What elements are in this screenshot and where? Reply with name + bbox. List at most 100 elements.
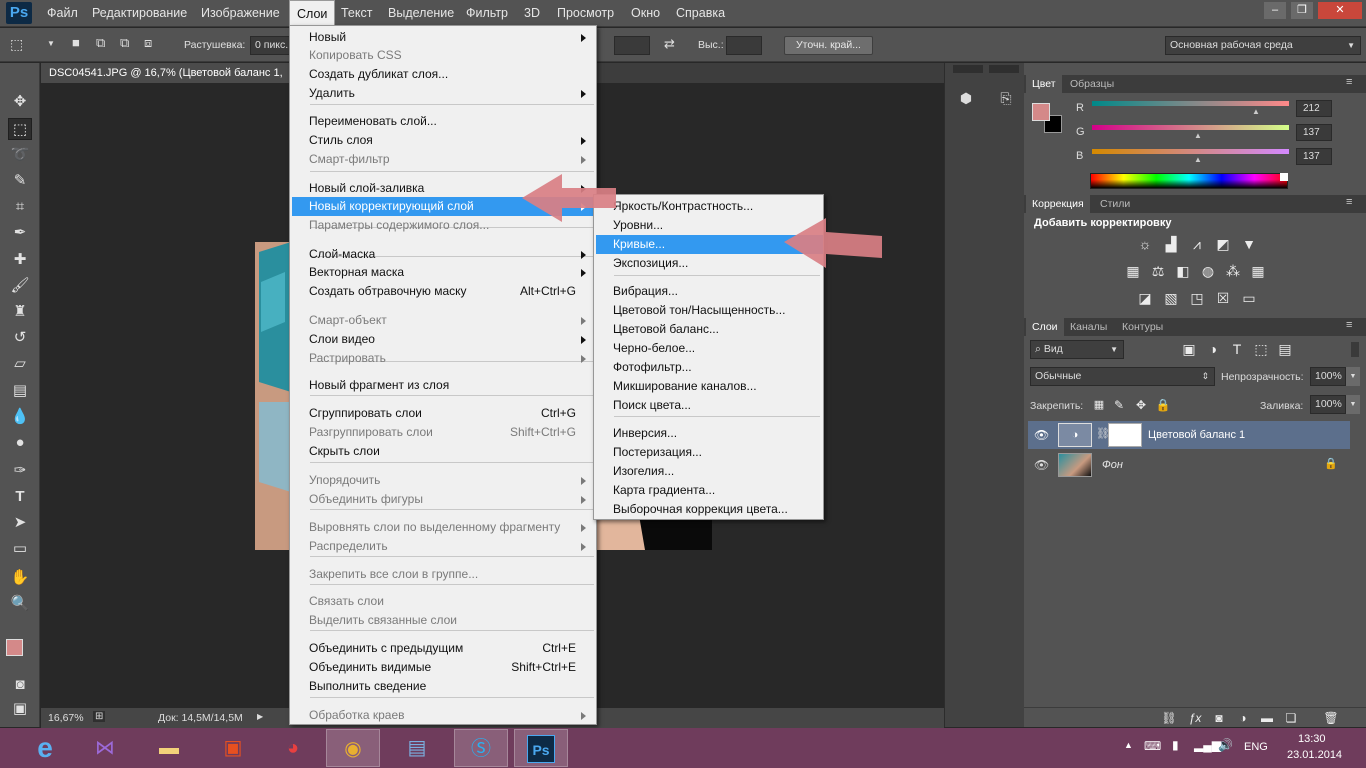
filter-toggle[interactable] bbox=[1351, 342, 1359, 357]
screen-mode-icon[interactable]: ▣ bbox=[8, 698, 32, 720]
layer-name[interactable]: Цветовой баланс 1 bbox=[1148, 429, 1245, 441]
path-select-tool-icon[interactable]: ➤ bbox=[8, 512, 32, 534]
new-selection-icon[interactable]: ■ bbox=[72, 35, 80, 50]
fill-input[interactable]: 100% bbox=[1310, 395, 1346, 414]
rect-marquee-tool-icon[interactable]: ⬚ bbox=[8, 118, 32, 140]
quick-select-tool-icon[interactable]: ✎ bbox=[8, 170, 32, 192]
width-input[interactable] bbox=[614, 36, 650, 55]
menu-edit[interactable]: Редактирование bbox=[85, 0, 194, 27]
filter-pixel-icon[interactable]: ▣ bbox=[1180, 340, 1198, 358]
adjustment-menu-item[interactable]: Постеризация... bbox=[596, 443, 823, 462]
workspace-select[interactable]: Основная рабочая среда ▼ bbox=[1165, 36, 1361, 55]
layer-menu-item[interactable]: Сгруппировать слои Ctrl+G bbox=[292, 404, 594, 423]
tab-channels[interactable]: Каналы bbox=[1064, 318, 1113, 336]
tab-swatches[interactable]: Образцы bbox=[1064, 75, 1120, 93]
layer-mask-thumbnail[interactable] bbox=[1108, 423, 1142, 447]
layer-menu-item[interactable]: Объединить видимые Shift+Ctrl+E bbox=[292, 658, 594, 677]
brightness-contrast-icon[interactable]: ☼ bbox=[1136, 235, 1154, 253]
red-value[interactable]: 212 bbox=[1296, 100, 1332, 117]
layer-row-color-balance[interactable]: 👁 ◑ ⛓ Цветовой баланс 1 bbox=[1028, 421, 1350, 449]
gradient-map-icon[interactable]: ▭ bbox=[1240, 289, 1258, 307]
layer-menu-item[interactable]: Новый bbox=[292, 28, 594, 47]
adjustment-menu-item[interactable]: Цветовой тон/Насыщенность... bbox=[596, 301, 823, 320]
volume-icon[interactable]: 🔊 bbox=[1218, 738, 1233, 752]
chevron-down-icon[interactable]: ▼ bbox=[1346, 395, 1360, 414]
color-balance-icon[interactable]: ⚖ bbox=[1149, 262, 1167, 280]
new-layer-icon[interactable]: ❏ bbox=[1282, 709, 1300, 727]
photoshop-taskbar-icon[interactable]: Ps bbox=[514, 729, 568, 767]
lasso-tool-icon[interactable]: ➰ bbox=[8, 144, 32, 166]
minimize-icon[interactable]: – bbox=[1264, 2, 1286, 19]
filter-type-icon[interactable]: T bbox=[1228, 340, 1246, 358]
layer-menu-item[interactable]: Скрыть слои bbox=[292, 442, 594, 461]
levels-icon[interactable]: ▟ bbox=[1162, 235, 1180, 253]
swap-icon[interactable]: ⇄ bbox=[664, 36, 675, 52]
restore-icon[interactable]: ❐ bbox=[1291, 2, 1313, 19]
adjustment-menu-item[interactable]: Карта градиента... bbox=[596, 481, 823, 500]
menu-help[interactable]: Справка bbox=[669, 0, 732, 27]
filter-adjustment-icon[interactable]: ◑ bbox=[1204, 340, 1222, 358]
type-tool-icon[interactable]: T bbox=[8, 486, 32, 508]
color-lookup-icon[interactable]: ▦ bbox=[1249, 262, 1267, 280]
paint-icon[interactable]: ◕ bbox=[266, 729, 320, 767]
status-icon[interactable]: ⊞ bbox=[93, 711, 106, 722]
opacity-input[interactable]: 100% bbox=[1310, 367, 1346, 386]
menu-window[interactable]: Окно bbox=[624, 0, 667, 27]
crop-tool-icon[interactable]: ⌗ bbox=[8, 196, 32, 218]
zoom-tool-icon[interactable]: 🔍 bbox=[8, 593, 32, 615]
red-slider[interactable] bbox=[1092, 101, 1289, 106]
layer-menu-item[interactable]: Векторная маска bbox=[292, 263, 594, 282]
3d-panel-icon[interactable]: ⬢ bbox=[957, 89, 975, 107]
adjustment-menu-item[interactable]: Цветовой баланс... bbox=[596, 320, 823, 339]
eye-icon[interactable]: 👁 bbox=[1034, 458, 1049, 472]
intersect-selection-icon[interactable]: ⧈ bbox=[144, 35, 152, 51]
move-tool-icon[interactable]: ✥ bbox=[8, 91, 32, 113]
height-input[interactable] bbox=[726, 36, 762, 55]
new-adjustment-icon[interactable]: ◑ bbox=[1234, 709, 1252, 727]
fx-icon[interactable]: ƒx bbox=[1186, 709, 1204, 727]
layer-menu-item[interactable]: Стиль слоя bbox=[292, 131, 594, 150]
panel-menu-icon[interactable]: ≡ bbox=[1346, 76, 1352, 88]
adjustment-menu-item[interactable]: Поиск цвета... bbox=[596, 396, 823, 415]
tab-paths[interactable]: Контуры bbox=[1116, 318, 1169, 336]
tab-adjustments[interactable]: Коррекция bbox=[1026, 195, 1090, 213]
lock-all-icon[interactable]: 🔒 bbox=[1154, 396, 1172, 414]
close-icon[interactable]: ✕ bbox=[1318, 2, 1362, 19]
eyedropper-tool-icon[interactable]: ✒ bbox=[8, 222, 32, 244]
layer-menu-item[interactable]: Слой-маска bbox=[292, 245, 594, 264]
add-selection-icon[interactable]: ⧉ bbox=[96, 35, 105, 51]
ie-icon[interactable]: e bbox=[18, 729, 72, 767]
photo-filter-icon[interactable]: ◍ bbox=[1199, 262, 1217, 280]
green-slider[interactable] bbox=[1092, 125, 1289, 130]
panel-menu-icon[interactable]: ≡ bbox=[1346, 319, 1352, 331]
battery-icon[interactable]: ▮ bbox=[1172, 738, 1179, 752]
tab-color[interactable]: Цвет bbox=[1026, 75, 1062, 93]
adjustment-menu-item[interactable]: Изогелия... bbox=[596, 462, 823, 481]
lock-position-icon[interactable]: ✥ bbox=[1132, 396, 1150, 414]
eye-icon[interactable]: 👁 bbox=[1034, 428, 1049, 442]
chevron-right-icon[interactable]: ▶ bbox=[257, 712, 263, 721]
layer-menu-item[interactable]: Слои видео bbox=[292, 330, 594, 349]
menu-file[interactable]: Файл bbox=[40, 0, 85, 27]
layer-menu-item[interactable]: Объединить с предыдущим Ctrl+E bbox=[292, 639, 594, 658]
hand-tool-icon[interactable]: ✋ bbox=[8, 567, 32, 589]
channel-mixer-icon[interactable]: ⁂ bbox=[1224, 262, 1242, 280]
layer-name[interactable]: Фон bbox=[1102, 459, 1123, 471]
clone-stamp-tool-icon[interactable]: ♜ bbox=[8, 301, 32, 323]
black-white-icon[interactable]: ◧ bbox=[1174, 262, 1192, 280]
green-value[interactable]: 137 bbox=[1296, 124, 1332, 141]
menu-filter[interactable]: Фильтр bbox=[459, 0, 515, 27]
adjustment-menu-item[interactable]: Выборочная коррекция цвета... bbox=[596, 500, 823, 519]
menu-3d[interactable]: 3D bbox=[517, 0, 547, 27]
quick-mask-icon[interactable]: ◙ bbox=[8, 674, 32, 696]
vibrance-icon[interactable]: ▼ bbox=[1240, 235, 1258, 253]
zoom-level[interactable]: 16,67% bbox=[48, 712, 84, 724]
posterize-icon[interactable]: ▧ bbox=[1162, 289, 1180, 307]
color-spectrum[interactable] bbox=[1090, 173, 1288, 189]
filter-shape-icon[interactable]: ⬚ bbox=[1252, 340, 1270, 358]
blend-mode-select[interactable]: Обычные ⇕ bbox=[1030, 367, 1215, 386]
office-icon[interactable]: ▣ bbox=[206, 729, 260, 767]
signal-icon[interactable]: ▂▄▆ bbox=[1194, 738, 1221, 752]
eraser-tool-icon[interactable]: ▱ bbox=[8, 353, 32, 375]
hue-saturation-icon[interactable]: ▦ bbox=[1124, 262, 1142, 280]
